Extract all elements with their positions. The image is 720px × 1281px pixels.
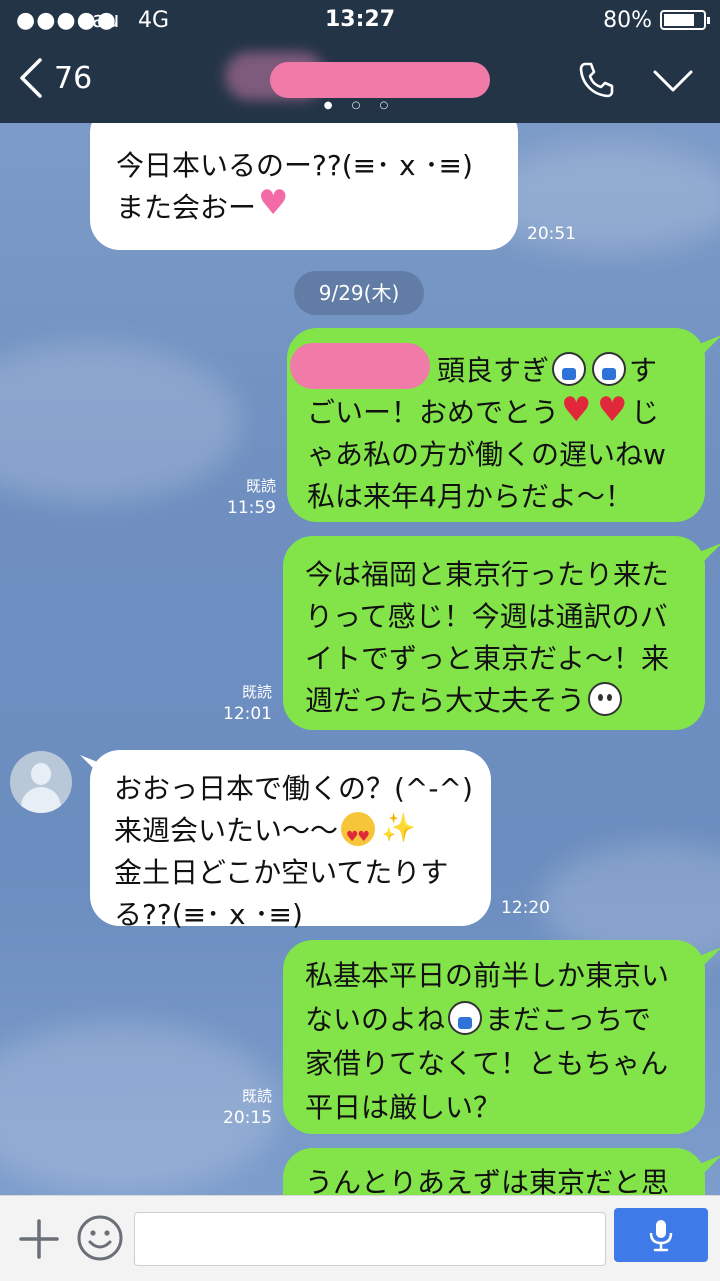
crying-face-emoji-icon <box>592 352 627 386</box>
back-button[interactable]: 76 <box>18 56 92 100</box>
battery-icon <box>660 10 710 30</box>
redacted-name <box>290 343 430 389</box>
chat-timeline[interactable]: 今日本いるのー??(≡･ x ･≡) また会おー 20:51 9/29(木) 頭… <box>0 123 720 1195</box>
message-timestamp: 20:51 <box>527 224 576 244</box>
chat-title-redacted[interactable] <box>225 52 495 102</box>
voice-message-button[interactable] <box>614 1208 708 1262</box>
message-input-bar <box>0 1195 720 1281</box>
message-line: また会おー <box>116 191 257 224</box>
message-bubble-incoming[interactable]: 今日本いるのー??(≡･ x ･≡) また会おー <box>90 123 518 250</box>
message-bubble-outgoing[interactable]: 今は福岡と東京行ったり来た りって感じ！今週は通訳のバ イトでずっと東京だよ〜！… <box>283 536 705 730</box>
microphone-icon <box>649 1220 673 1252</box>
avatar[interactable] <box>10 751 72 813</box>
chevron-down-icon[interactable] <box>652 64 694 98</box>
message-bubble-incoming[interactable]: おおっ日本で働くの？(^-^) 来週会いたい〜〜 金土日どこか空いてたりす る?… <box>90 750 491 931</box>
red-heart-emoji-icon <box>561 388 592 432</box>
plus-icon[interactable] <box>18 1218 60 1260</box>
battery-percent: 80% <box>603 8 652 33</box>
crying-face-emoji-icon <box>448 1001 483 1035</box>
phone-icon[interactable] <box>576 60 616 100</box>
unread-count: 76 <box>54 60 93 96</box>
sparkles-emoji-icon <box>381 808 416 848</box>
emoji-icon[interactable] <box>76 1214 124 1262</box>
white-face-emoji-icon <box>588 682 623 716</box>
back-chevron-icon <box>20 58 42 98</box>
chat-header: 76 ● ○ ○ <box>0 38 720 123</box>
message-line: 今日本いるのー??(≡･ x ･≡) <box>116 149 473 182</box>
pink-heart-emoji-icon <box>258 181 293 225</box>
message-read-status: 既読 20:15 <box>223 1087 272 1128</box>
message-input[interactable] <box>134 1212 606 1266</box>
message-read-status: 既読 11:59 <box>227 477 276 518</box>
message-bubble-outgoing[interactable]: 私基本平日の前半しか東京い ないのよね まだこっちで 家借りてなくて！ともちゃん … <box>283 940 705 1134</box>
page-indicator: ● ○ ○ <box>323 100 397 111</box>
message-timestamp: 12:20 <box>501 898 550 918</box>
message-read-status: 既読 12:01 <box>223 683 272 724</box>
message-bubble-outgoing[interactable]: うんとりあえずは東京だと思 <box>283 1148 705 1195</box>
status-bar: ●●●●● au 4G 13:27 80% <box>0 0 720 38</box>
red-heart-emoji-icon <box>597 388 628 432</box>
heart-eyes-emoji-icon <box>341 812 376 858</box>
date-separator: 9/29(木) <box>294 271 424 315</box>
crying-face-emoji-icon <box>552 352 587 386</box>
